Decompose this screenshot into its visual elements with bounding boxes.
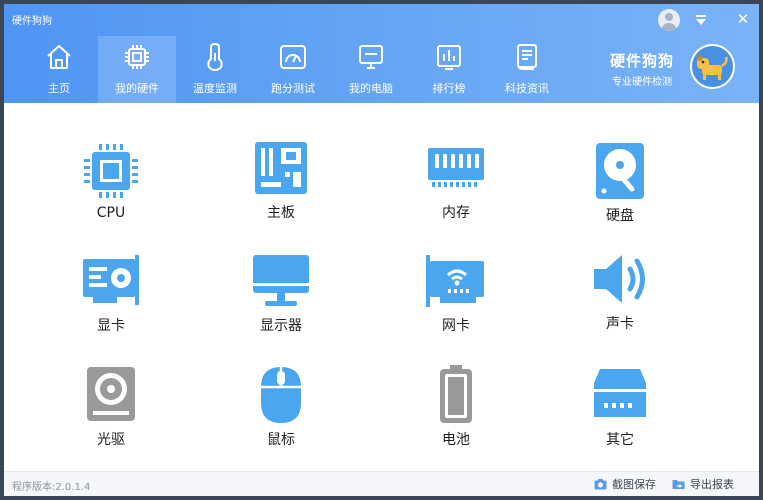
app-window: 硬件狗狗 ✕ 主页 我的硬件 温度监测 跑分测试 我的电脑 排行榜 科技资讯 硬… xyxy=(4,4,759,496)
nav-item-home[interactable]: 主页 xyxy=(20,36,98,103)
nav-item-benchmark[interactable]: 跑分测试 xyxy=(254,36,332,103)
bar-chart-icon xyxy=(437,45,461,70)
nav-item-my-hardware[interactable]: 我的硬件 xyxy=(98,36,176,103)
folder-export-icon xyxy=(672,480,685,489)
hardware-tile-network-card[interactable]: 网卡 xyxy=(406,251,506,341)
optical-drive-icon xyxy=(87,367,135,421)
nav-label: 我的电脑 xyxy=(349,82,393,95)
home-icon xyxy=(47,45,71,69)
hardware-tile-sound-card[interactable]: 声卡 xyxy=(570,249,670,339)
export-report-label: 导出报表 xyxy=(690,478,734,491)
memory-icon xyxy=(428,148,484,187)
tile-label: 主板 xyxy=(267,205,295,221)
nav-item-ranking[interactable]: 排行榜 xyxy=(410,36,488,103)
hardware-tile-cpu[interactable]: CPU xyxy=(61,141,161,231)
hardware-tile-other[interactable]: 其它 xyxy=(570,365,670,455)
hard-disk-icon xyxy=(596,143,644,199)
screenshot-save-label: 截图保存 xyxy=(612,478,656,491)
menu-dropdown-button[interactable] xyxy=(694,13,708,27)
hardware-grid: CPU 主板 内存 硬盘 显卡 显示器 网卡 声卡 光驱 鼠标 电池 其它 xyxy=(4,103,759,471)
hardware-tile-mouse[interactable]: 鼠标 xyxy=(231,365,331,455)
hardware-tile-optical-drive[interactable]: 光驱 xyxy=(61,365,161,455)
hardware-tile-battery[interactable]: 电池 xyxy=(406,365,506,455)
network-card-icon xyxy=(426,255,484,307)
nav-item-temperature[interactable]: 温度监测 xyxy=(176,36,254,103)
chip-icon xyxy=(125,45,149,69)
news-icon xyxy=(517,44,537,70)
other-device-icon xyxy=(594,369,646,417)
tile-label: 电池 xyxy=(442,432,470,448)
tile-label: 光驱 xyxy=(97,432,125,448)
tile-label: 显示器 xyxy=(260,318,302,334)
tile-label: 内存 xyxy=(442,205,470,221)
hardware-tile-memory[interactable]: 内存 xyxy=(406,138,506,228)
close-button[interactable]: ✕ xyxy=(736,12,750,27)
nav-label: 我的硬件 xyxy=(115,82,159,95)
top-nav: 主页 我的硬件 温度监测 跑分测试 我的电脑 排行榜 科技资讯 xyxy=(20,36,566,103)
display-icon xyxy=(253,255,309,306)
graphics-card-icon xyxy=(83,255,139,305)
hardware-tile-motherboard[interactable]: 主板 xyxy=(231,138,331,228)
menu-bar-icon xyxy=(696,15,706,17)
nav-item-tech-news[interactable]: 科技资讯 xyxy=(488,36,566,103)
hardware-tile-display[interactable]: 显示器 xyxy=(231,251,331,341)
nav-label: 温度监测 xyxy=(193,82,237,95)
tile-label: 显卡 xyxy=(97,318,125,334)
tile-label: 硬盘 xyxy=(606,208,634,224)
screenshot-save-button[interactable]: 截图保存 xyxy=(594,476,656,492)
speedometer-icon xyxy=(280,45,306,69)
monitor-icon xyxy=(359,45,383,69)
tile-label: 网卡 xyxy=(442,318,470,334)
tile-label: 其它 xyxy=(606,432,634,448)
tile-label: 声卡 xyxy=(606,316,634,332)
mouse-icon xyxy=(261,367,301,423)
cpu-icon xyxy=(84,144,138,198)
tile-label: CPU xyxy=(96,205,126,221)
status-bar: 程序版本:2.0.1.4 截图保存 导出报表 xyxy=(4,471,759,496)
dog-logo-icon xyxy=(690,44,735,89)
header: 硬件狗狗 ✕ 主页 我的硬件 温度监测 跑分测试 我的电脑 排行榜 科技资讯 硬… xyxy=(4,4,759,103)
chevron-down-icon xyxy=(696,19,706,25)
brand-name: 硬件狗狗 xyxy=(609,52,674,70)
motherboard-icon xyxy=(255,142,307,194)
hardware-tile-graphics-card[interactable]: 显卡 xyxy=(61,251,161,341)
nav-label: 科技资讯 xyxy=(505,82,549,95)
camera-icon xyxy=(594,479,607,490)
user-avatar[interactable] xyxy=(658,9,680,31)
nav-item-my-computer[interactable]: 我的电脑 xyxy=(332,36,410,103)
tile-label: 鼠标 xyxy=(267,432,295,448)
export-report-button[interactable]: 导出报表 xyxy=(672,476,734,492)
battery-icon xyxy=(440,365,472,423)
app-title: 硬件狗狗 xyxy=(12,16,52,27)
nav-label: 排行榜 xyxy=(432,82,466,95)
brand-subtitle: 专业硬件检测 xyxy=(612,77,672,88)
nav-label: 主页 xyxy=(48,82,70,95)
hardware-tile-hard-disk[interactable]: 硬盘 xyxy=(570,141,670,231)
version-text: 程序版本:2.0.1.4 xyxy=(12,482,91,493)
brand-block: 硬件狗狗 专业硬件检测 xyxy=(602,50,682,88)
nav-label: 跑分测试 xyxy=(271,82,315,95)
thermometer-icon xyxy=(207,42,223,72)
sound-card-icon xyxy=(594,255,645,303)
